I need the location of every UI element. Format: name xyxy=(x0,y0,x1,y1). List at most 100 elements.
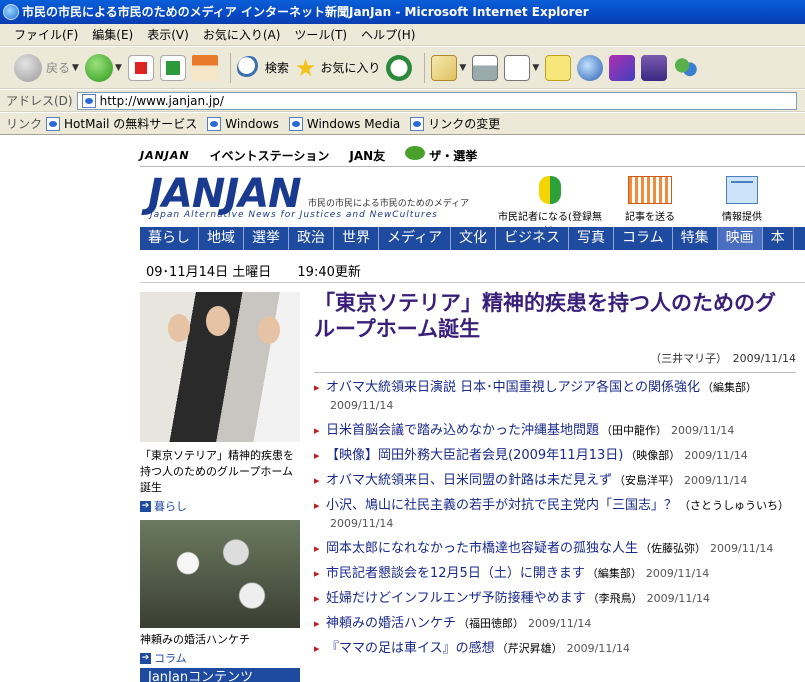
news-link[interactable]: 日米首脳会議で踏み込めなかった沖縄基地問題 xyxy=(326,423,599,438)
category-nav: 暮らし 地域 選挙 政治 世界 メディア 文化 ビジネス 写真 コラム 特集 映… xyxy=(140,227,805,250)
globe-icon xyxy=(577,54,604,81)
home-button[interactable] xyxy=(191,51,218,85)
link-hotmail-label: HotMail の無料サービス xyxy=(64,117,198,131)
main-column: 「東京ソテリア」精神的疾患を持つ人のためのグループホーム誕生 （三井マリ子） 2… xyxy=(314,290,796,665)
news-link[interactable]: 市民記者懇談会を12月5日（土）に開きます xyxy=(326,566,585,581)
current-date: 09･11月14日 土曜日 xyxy=(146,265,272,280)
headline-author: （三井マリ子） xyxy=(650,352,728,365)
stop-button[interactable] xyxy=(127,51,154,85)
menu-view[interactable]: 表示(V) xyxy=(147,26,189,43)
category-tab[interactable]: 特集 xyxy=(673,227,718,250)
menu-help[interactable]: ヘルプ(H) xyxy=(361,26,415,43)
back-button[interactable]: 戻る ▼ xyxy=(14,51,79,85)
news-item: 日米首脳会議で踏み込めなかった沖縄基地問題（田中龍作）2009/11/14 xyxy=(314,422,796,440)
topnav-jan-friends[interactable]: JAN友 xyxy=(349,147,385,164)
topnav-logo[interactable]: JANJAN xyxy=(140,149,190,162)
mail-button[interactable]: ▼ xyxy=(431,51,466,85)
arrow-right-icon: ➔ xyxy=(140,652,151,664)
feature-caption-2[interactable]: 神頼みの婚活ハンケチ xyxy=(140,632,300,648)
favorites-button[interactable]: ★ お気に入り xyxy=(295,51,381,85)
menu-favorites[interactable]: お気に入り(A) xyxy=(203,26,281,43)
person-face xyxy=(206,306,230,336)
category-tab[interactable]: 写真 xyxy=(569,227,615,250)
category-tab[interactable]: 文化 xyxy=(451,227,497,250)
link-hotmail[interactable]: HotMail の無料サービス xyxy=(46,115,197,132)
category-tab[interactable]: ビジネス xyxy=(496,227,570,250)
edit-button[interactable]: ▼ xyxy=(504,51,539,85)
news-link[interactable]: 岡本太郎になれなかった市橋達也容疑者の孤独な人生 xyxy=(326,541,638,556)
news-date: 2009/11/14 xyxy=(684,474,748,487)
news-item: 神頼みの婚活ハンケチ（福田徳郎）2009/11/14 xyxy=(314,615,796,633)
feature-caption-1[interactable]: 「東京ソテリア」精神的疾患を持つ人のためのグループホーム誕生 xyxy=(140,448,300,496)
address-url[interactable]: http://www.janjan.jp/ xyxy=(100,94,224,108)
news-date: 2009/11/14 xyxy=(710,542,774,555)
link-windows[interactable]: Windows xyxy=(207,116,279,131)
top-headline[interactable]: 「東京ソテリア」精神的疾患を持つ人のためのグループホーム誕生 xyxy=(314,290,796,342)
star-icon: ★ xyxy=(294,53,317,82)
site-logo[interactable]: JANJAN 市民の市民による市民のためのメディア Japan Alternat… xyxy=(148,174,469,220)
history-icon xyxy=(386,54,413,81)
news-link[interactable]: オバマ大統領来日演説 日本･中国重視しアジア各国との関係強化 xyxy=(326,380,700,395)
chevron-down-icon[interactable]: ▼ xyxy=(532,63,539,73)
feature-category-link-1[interactable]: ➔ 暮らし xyxy=(140,498,300,514)
chevron-down-icon[interactable]: ▼ xyxy=(115,63,122,73)
news-link[interactable]: 小沢、鳩山に社民主義の若手が対抗で民主党内「三国志」？ xyxy=(326,498,677,513)
envelope-icon xyxy=(726,176,758,204)
category-tab-active[interactable]: 映画 xyxy=(717,227,763,250)
news-date: 2009/11/14 xyxy=(646,592,711,605)
print-button[interactable] xyxy=(472,51,499,85)
category-tab[interactable]: 政治 xyxy=(289,227,334,250)
category-tab[interactable]: 地域 xyxy=(199,227,244,250)
discuss-button[interactable] xyxy=(545,51,572,85)
feature-photo-2[interactable] xyxy=(140,520,300,628)
news-link[interactable]: 妊婦だけどインフルエンザ予防接種やめます xyxy=(326,591,586,606)
history-button[interactable] xyxy=(386,51,413,85)
news-link[interactable]: 神頼みの婚活ハンケチ xyxy=(326,616,456,631)
category-tab[interactable]: 選挙 xyxy=(244,227,289,250)
links-label: リンク xyxy=(6,117,43,131)
address-bar: アドレス(D) http://www.janjan.jp/ xyxy=(0,90,805,112)
note-icon xyxy=(545,54,572,81)
category-tab[interactable]: メディア xyxy=(379,227,452,250)
messenger-button[interactable] xyxy=(673,51,700,85)
chevron-down-icon[interactable]: ▼ xyxy=(459,63,466,73)
link-windows-media[interactable]: Windows Media xyxy=(288,116,400,131)
link-customize[interactable]: リンクの変更 xyxy=(410,115,500,132)
topnav-election[interactable]: ザ・選挙 xyxy=(405,146,477,164)
info-label: 情報提供 xyxy=(722,212,762,223)
menu-tools[interactable]: ツール(T) xyxy=(294,26,347,43)
chevron-down-icon[interactable]: ▼ xyxy=(72,63,79,73)
category-tab[interactable]: 暮らし xyxy=(140,227,199,250)
address-input[interactable]: http://www.janjan.jp/ xyxy=(76,91,797,110)
search-button[interactable]: 検索 xyxy=(236,51,289,85)
research-button[interactable] xyxy=(577,51,604,85)
send-article-label: 記事を送る xyxy=(625,212,675,223)
news-link[interactable]: オバマ大統領来日、日米同盟の針路は未だ見えず xyxy=(326,473,612,488)
feature-category-label-2: コラム xyxy=(154,652,187,665)
ie-logo-icon xyxy=(3,4,19,20)
category-tab[interactable]: 本 xyxy=(763,227,794,250)
refresh-button[interactable] xyxy=(159,51,186,85)
printer-icon xyxy=(472,54,499,81)
news-source: （李飛鳥） xyxy=(587,592,643,605)
menu-edit[interactable]: 編集(E) xyxy=(92,26,133,43)
send-article-button[interactable]: 記事を送る xyxy=(620,176,680,223)
toolbar: 戻る ▼ ▼ 検索 ★ お気に入り ▼ ▼ xyxy=(0,47,805,89)
contents-header: JanJanコンテンツ xyxy=(140,668,300,682)
topnav-event-station[interactable]: イベントステーション xyxy=(210,147,330,164)
category-tab[interactable]: コラム xyxy=(614,227,673,250)
ime-button[interactable] xyxy=(609,51,636,85)
news-link[interactable]: 『ママの足は車イス』の感想 xyxy=(326,641,495,656)
info-button[interactable]: 情報提供 xyxy=(712,176,772,223)
menu-file[interactable]: ファイル(F) xyxy=(14,26,78,43)
category-tab[interactable]: 世界 xyxy=(334,227,379,250)
left-column: 「東京ソテリア」精神的疾患を持つ人のためのグループホーム誕生 ➔ 暮らし 神頼み… xyxy=(140,292,300,682)
feature-category-label-1: 暮らし xyxy=(154,500,187,513)
feature-category-link-2[interactable]: ➔ コラム xyxy=(140,650,300,666)
feature-photo-1[interactable] xyxy=(140,292,300,442)
toolbox-button[interactable] xyxy=(641,51,668,85)
news-date: 2009/11/14 xyxy=(566,642,631,655)
news-source: （さとうしゅういち） xyxy=(679,499,790,512)
news-link[interactable]: 【映像】岡田外務大臣記者会見(2009年11月13日) xyxy=(326,448,623,463)
forward-button[interactable]: ▼ xyxy=(84,51,122,85)
